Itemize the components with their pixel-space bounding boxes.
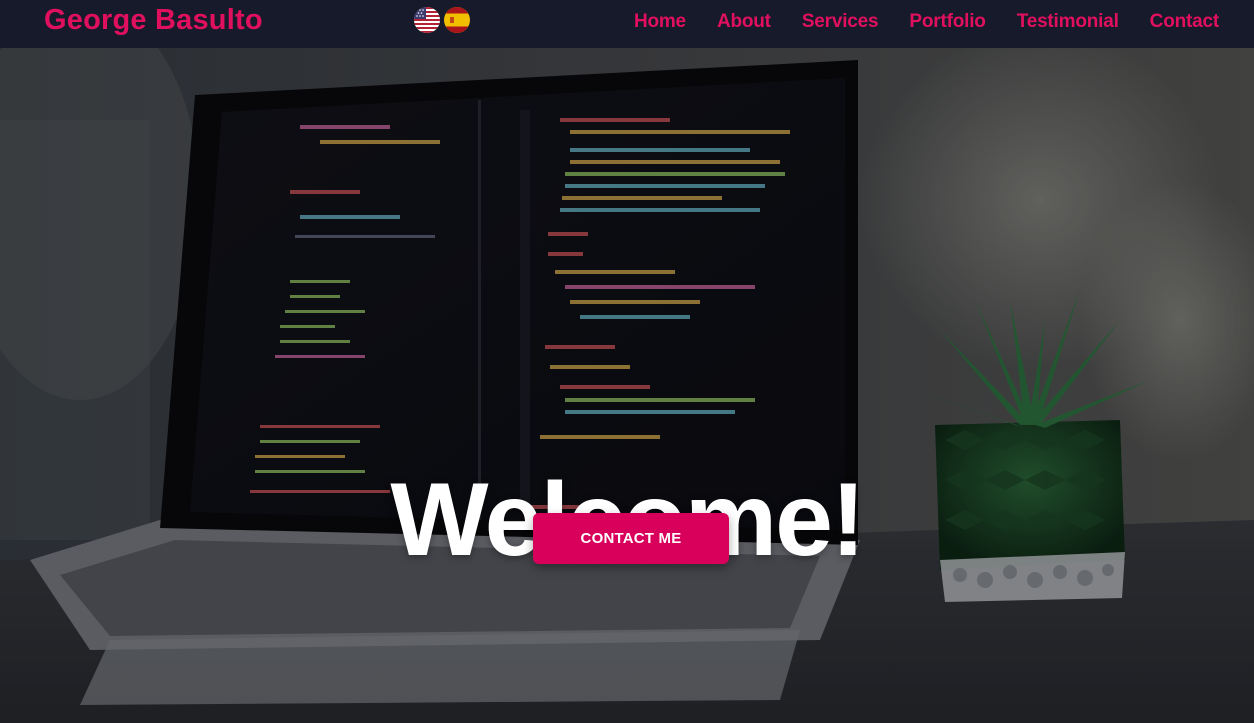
nav-link-services[interactable]: Services xyxy=(802,11,879,33)
nav-link-home[interactable]: Home xyxy=(634,11,686,33)
contact-me-button[interactable]: CONTACT ME xyxy=(533,513,729,564)
nav-link-portfolio[interactable]: Portfolio xyxy=(909,11,985,33)
spain-flag-icon[interactable] xyxy=(444,7,470,33)
language-switcher xyxy=(414,7,470,33)
navbar: George Basulto Home About Services Portf… xyxy=(0,0,1254,48)
nav-links: Home About Services Portfolio Testimonia… xyxy=(634,11,1219,33)
brand-logo[interactable]: George Basulto xyxy=(44,4,263,37)
nav-link-contact[interactable]: Contact xyxy=(1150,11,1220,33)
hero-background xyxy=(0,0,1254,723)
nav-link-testimonial[interactable]: Testimonial xyxy=(1017,11,1119,33)
landing-page: George Basulto Home About Services Portf… xyxy=(0,0,1254,723)
nav-link-about[interactable]: About xyxy=(717,11,771,33)
hero-background-photo xyxy=(0,0,1254,723)
us-flag-icon[interactable] xyxy=(414,7,440,33)
